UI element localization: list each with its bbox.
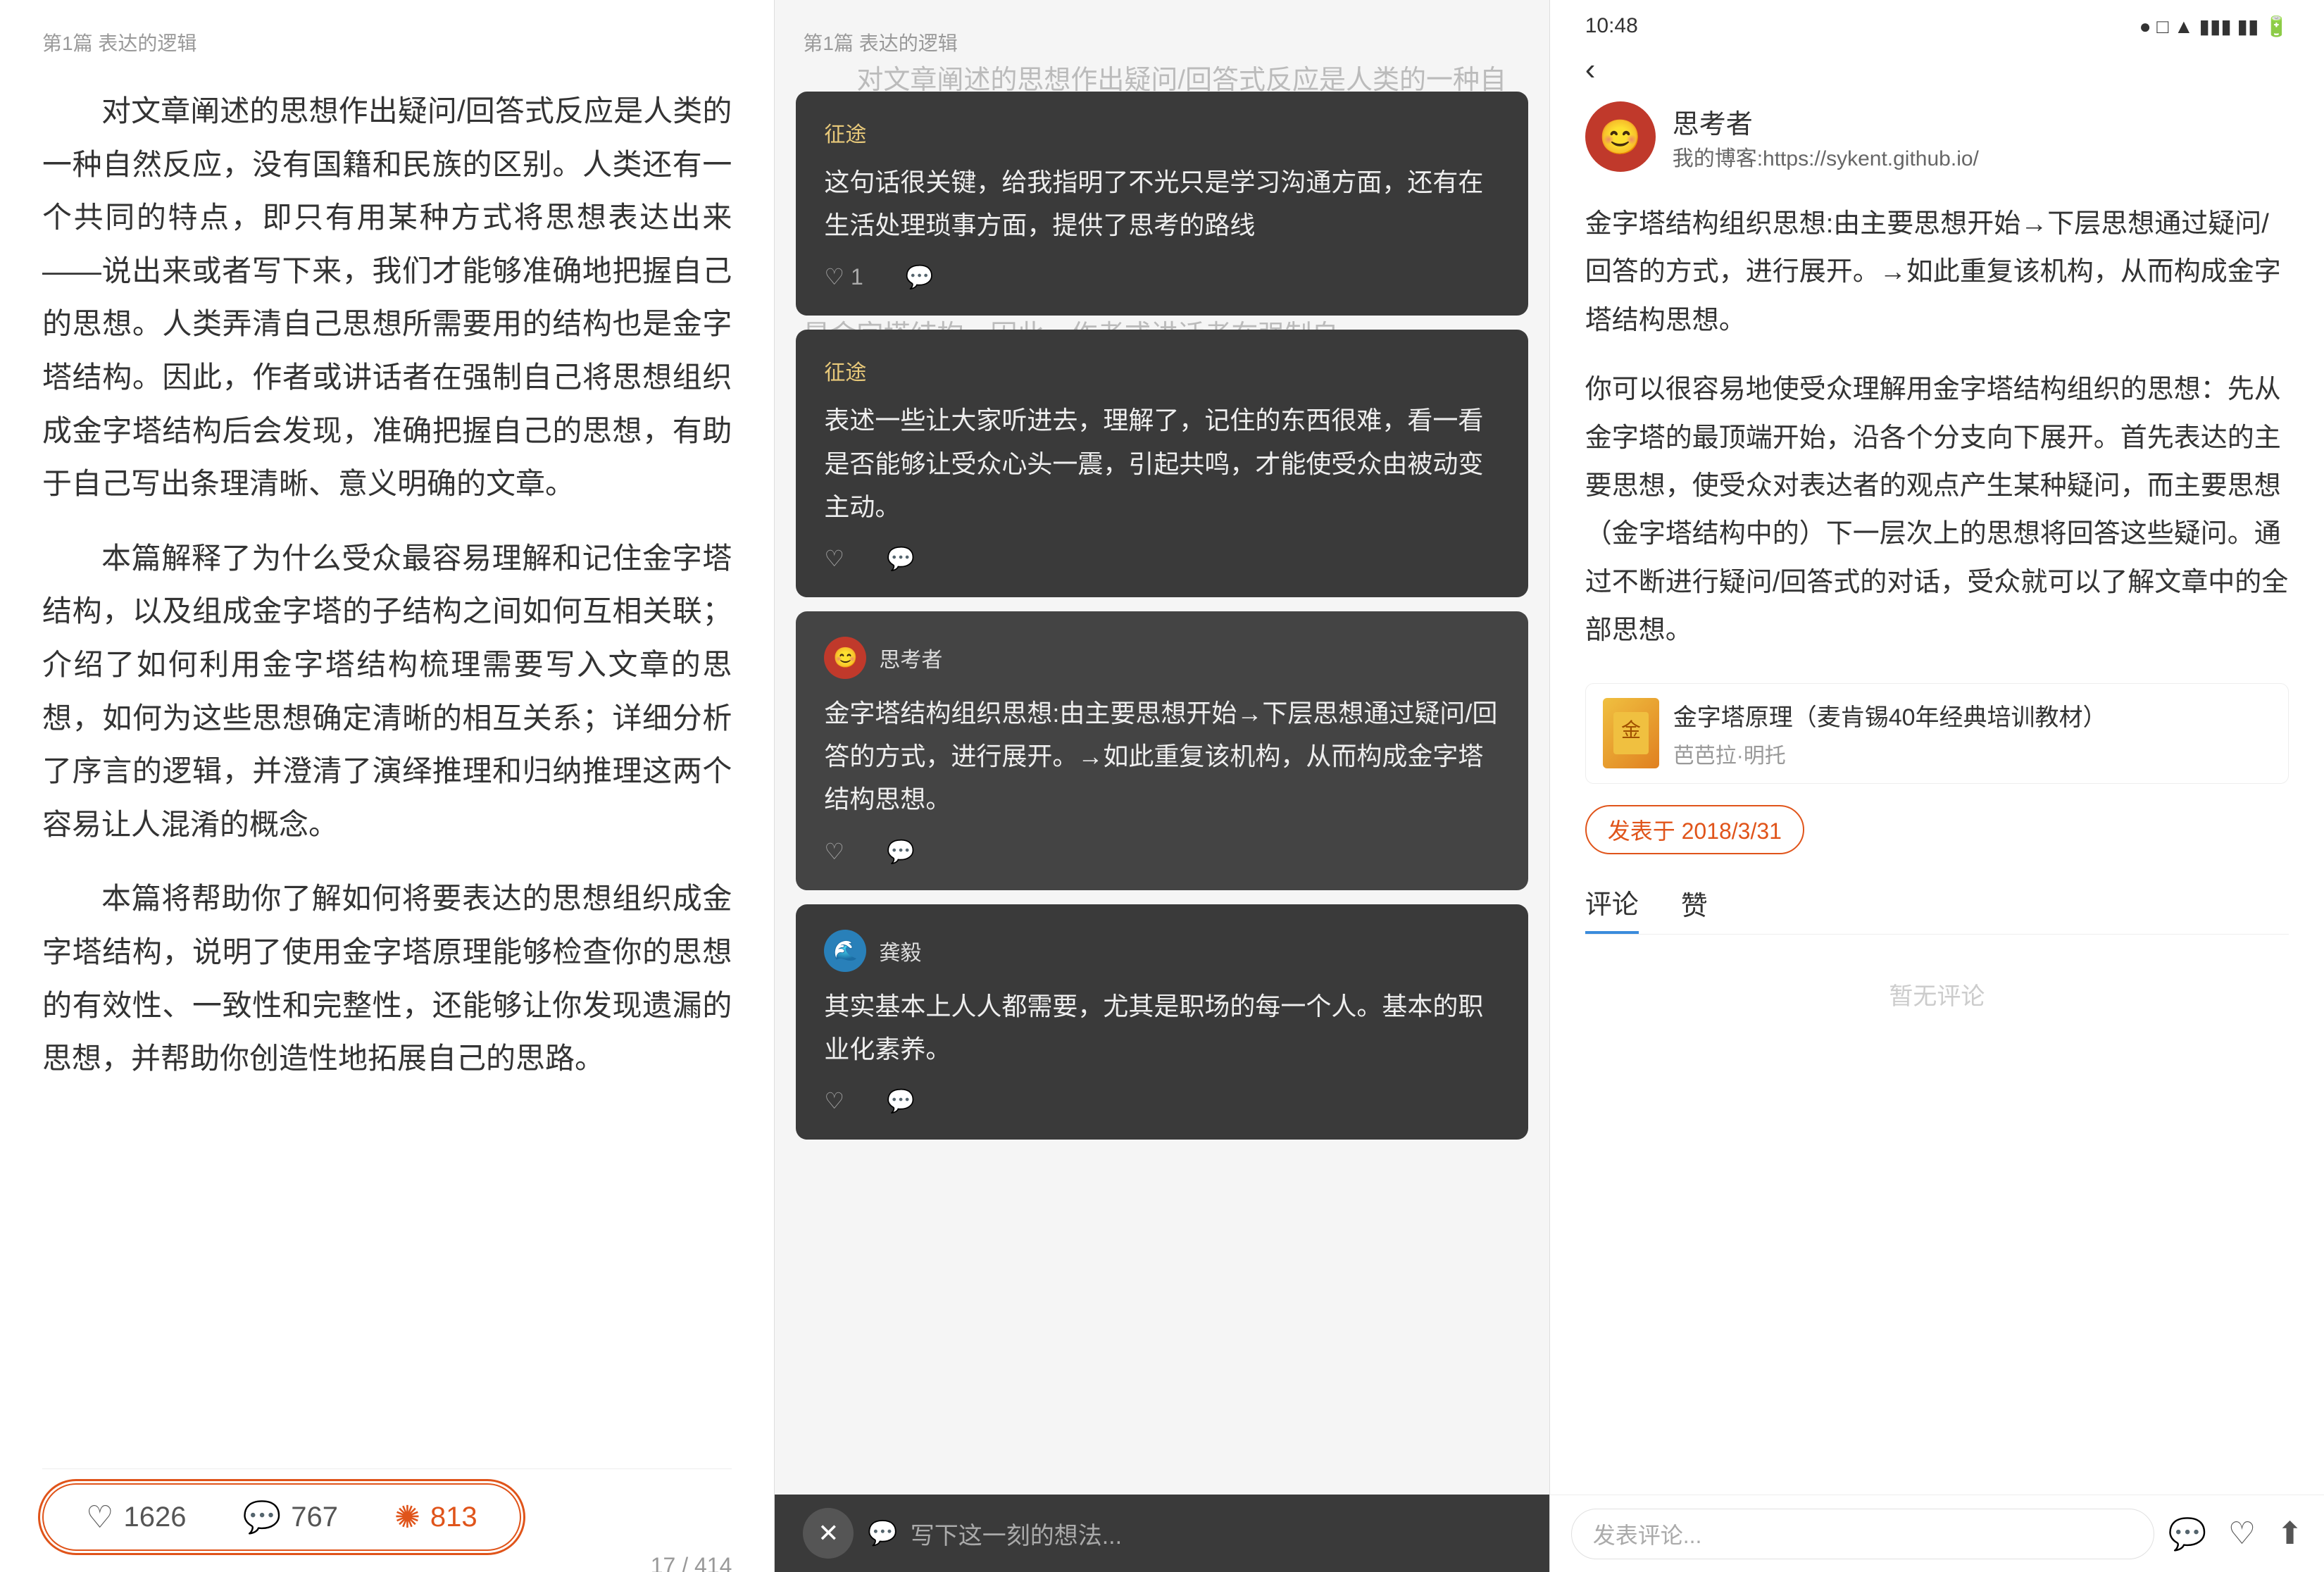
author-blog: 我的博客:https://sykent.github.io/ [1673, 141, 1979, 172]
left-breadcrumb: 第1篇 表达的逻辑 [42, 28, 732, 56]
comment-1-body: 这句话很关键，给我指明了不光只是学习沟通方面，还有在生活处理琐事方面，提供了思考… [824, 161, 1499, 247]
comment-4-like[interactable]: ♡ [824, 1087, 844, 1114]
like-icon: ♡ [86, 1499, 113, 1535]
left-para-2: 本篇解释了为什么受众最容易理解和记住金字塔结构，以及组成金字塔的子结构之间如何互… [42, 532, 732, 852]
right-nav[interactable]: ‹ [1550, 45, 2324, 101]
author-row: 😊 思考者 我的博客:https://sykent.github.io/ [1585, 101, 2289, 172]
date-row: 发表于 2018/3/31 [1585, 805, 2289, 854]
right-like-icon[interactable]: ♡ [2228, 1516, 2256, 1552]
comment-4-footer: ♡ 💬 [824, 1087, 1499, 1114]
comment-card-2: 征途 表述一些让大家听进去，理解了，记住的东西很难，看一看是否能够让受众心头一震… [796, 330, 1528, 597]
left-para-3: 本篇将帮助你了解如何将要表达的思想组织成金字塔结构，说明了使用金字塔原理能够检查… [42, 872, 732, 1085]
right-comment-icon[interactable]: 💬 [2168, 1516, 2207, 1552]
battery-icon: ● □ ▲ ▮▮▮ ▮▮ 🔋 [2139, 15, 2289, 38]
comment-2-body: 表述一些让大家听进去，理解了，记住的东西很难，看一看是否能够让受众心头一震，引起… [824, 399, 1499, 528]
write-hint[interactable]: 💬 写下这一刻的想法... [868, 1516, 1520, 1551]
book-title: 金字塔原理（麦肯锡40年经典培训教材） [1673, 698, 2107, 732]
author-info: 思考者 我的博客:https://sykent.github.io/ [1673, 102, 1979, 172]
back-button[interactable]: ‹ [1585, 52, 1596, 87]
comment-4-username: 龚毅 [879, 935, 921, 966]
status-icons: ● □ ▲ ▮▮▮ ▮▮ 🔋 [2139, 15, 2289, 38]
left-para-1: 对文章阐述的思想作出疑问/回答式反应是人类的一种自然反应，没有国籍和民族的区别。… [42, 85, 732, 511]
author-name: 思考者 [1673, 102, 1979, 141]
comment-3-username: 思考者 [879, 642, 942, 673]
middle-bottom-bar: ✕ 💬 写下这一刻的想法... [775, 1495, 1549, 1572]
comment-1-like[interactable]: ♡ 1 [824, 263, 863, 290]
book-info: 金字塔原理（麦肯锡40年经典培训教材） 芭芭拉·明托 [1673, 698, 2107, 769]
left-panel: 第1篇 表达的逻辑 对文章阐述的思想作出疑问/回答式反应是人类的一种自然反应，没… [0, 0, 774, 1572]
comment-icon: 💬 [242, 1499, 281, 1535]
share-icon: ✺ [394, 1499, 420, 1535]
comment-4-avatar: 🌊 [824, 930, 866, 972]
like-action[interactable]: ♡ 1626 [86, 1499, 186, 1535]
share-action[interactable]: ✺ 813 [394, 1499, 477, 1535]
comment-3-footer: ♡ 💬 [824, 838, 1499, 865]
close-button[interactable]: ✕ [803, 1508, 854, 1559]
tabs-row: 评论 赞 [1585, 882, 2289, 935]
comment-3-body: 金字塔结构组织思想:由主要思想开始→下层思想通过疑问/回答的方式，进行展开。→如… [824, 692, 1499, 821]
no-comment-text: 暂无评论 [1585, 949, 2289, 1040]
write-hint-icon: 💬 [868, 1519, 897, 1547]
comment-3-header: 😊 思考者 [824, 637, 1499, 679]
comment-card-3: 😊 思考者 金字塔结构组织思想:由主要思想开始→下层思想通过疑问/回答的方式，进… [796, 611, 1528, 890]
book-author: 芭芭拉·明托 [1673, 738, 2107, 769]
tab-comment[interactable]: 评论 [1585, 882, 1639, 934]
comment-1-label: 征途 [824, 117, 1499, 148]
right-share-icon[interactable]: ⬆ [2277, 1516, 2303, 1552]
comment-1-reply[interactable]: 💬 [906, 263, 934, 290]
comment-2-footer: ♡ 💬 [824, 545, 1499, 572]
book-cover: 金 [1603, 698, 1659, 768]
tab-like[interactable]: 赞 [1681, 884, 1708, 932]
comment-3-avatar: 😊 [824, 637, 866, 679]
comment-4-header: 🌊 龚毅 [824, 930, 1499, 972]
comment-action[interactable]: 💬 767 [242, 1499, 338, 1535]
article-para-1: 金字塔结构组织思想:由主要思想开始→下层思想通过疑问/回答的方式，进行展开。→如… [1585, 200, 2289, 344]
page-number: 17 / 414 [651, 1553, 732, 1572]
svg-text:金: 金 [1621, 719, 1641, 741]
comment-placeholder: 发表评论... [1593, 1518, 1702, 1550]
right-panel: 10:48 ● □ ▲ ▮▮▮ ▮▮ 🔋 ‹ 😊 思考者 我的博客:https:… [1550, 0, 2324, 1572]
book-card[interactable]: 金 金字塔原理（麦肯锡40年经典培训教材） 芭芭拉·明托 [1585, 683, 2289, 784]
comment-4-body: 其实基本上人人都需要，尤其是职场的每一个人。基本的职业化素养。 [824, 985, 1499, 1071]
action-group: ♡ 1626 💬 767 ✺ 813 [42, 1483, 521, 1551]
comment-2-like[interactable]: ♡ [824, 545, 844, 572]
left-content: 对文章阐述的思想作出疑问/回答式反应是人类的一种自然反应，没有国籍和民族的区别。… [42, 85, 732, 1454]
status-bar: 10:48 ● □ ▲ ▮▮▮ ▮▮ 🔋 [1550, 0, 2324, 45]
right-bottom-bar: 发表评论... 💬 ♡ ⬆ [1550, 1495, 2324, 1572]
comment-card-4: 🌊 龚毅 其实基本上人人都需要，尤其是职场的每一个人。基本的职业化素养。 ♡ 💬 [796, 904, 1528, 1140]
article-content: 金字塔结构组织思想:由主要思想开始→下层思想通过疑问/回答的方式，进行展开。→如… [1585, 200, 2289, 655]
right-action-icons: 💬 ♡ ⬆ [2168, 1516, 2303, 1552]
comment-3-reply[interactable]: 💬 [887, 838, 915, 865]
comment-card-1: 征途 这句话很关键，给我指明了不光只是学习沟通方面，还有在生活处理琐事方面，提供… [796, 92, 1528, 316]
comment-2-reply[interactable]: 💬 [887, 545, 915, 572]
share-count: 813 [430, 1502, 477, 1533]
right-article: 😊 思考者 我的博客:https://sykent.github.io/ 金字塔… [1550, 101, 2324, 1495]
status-time: 10:48 [1585, 14, 1638, 38]
middle-panel: 第1篇 表达的逻辑 对文章阐述的思想作出疑问/回答式反应是人类的一种自然反应，没… [775, 0, 1549, 1572]
date-badge: 发表于 2018/3/31 [1585, 805, 1804, 854]
write-hint-text: 写下这一刻的想法... [911, 1516, 1122, 1551]
like-count: 1626 [123, 1502, 186, 1533]
left-bottom-bar: ♡ 1626 💬 767 ✺ 813 17 / 414 [42, 1468, 732, 1551]
comment-1-footer: ♡ 1 💬 [824, 263, 1499, 290]
comment-3-like[interactable]: ♡ [824, 838, 844, 865]
comment-4-reply[interactable]: 💬 [887, 1087, 915, 1114]
author-avatar: 😊 [1585, 101, 1656, 172]
comment-2-label: 征途 [824, 355, 1499, 386]
comments-overlay: 征途 这句话很关键，给我指明了不光只是学习沟通方面，还有在生活处理琐事方面，提供… [775, 49, 1549, 1487]
comment-count: 767 [291, 1502, 338, 1533]
book-cover-art: 金 [1613, 712, 1649, 754]
article-para-2: 你可以很容易地使受众理解用金字塔结构组织的思想：先从金字塔的最顶端开始，沿各个分… [1585, 366, 2289, 654]
comment-input[interactable]: 发表评论... [1571, 1509, 2154, 1559]
